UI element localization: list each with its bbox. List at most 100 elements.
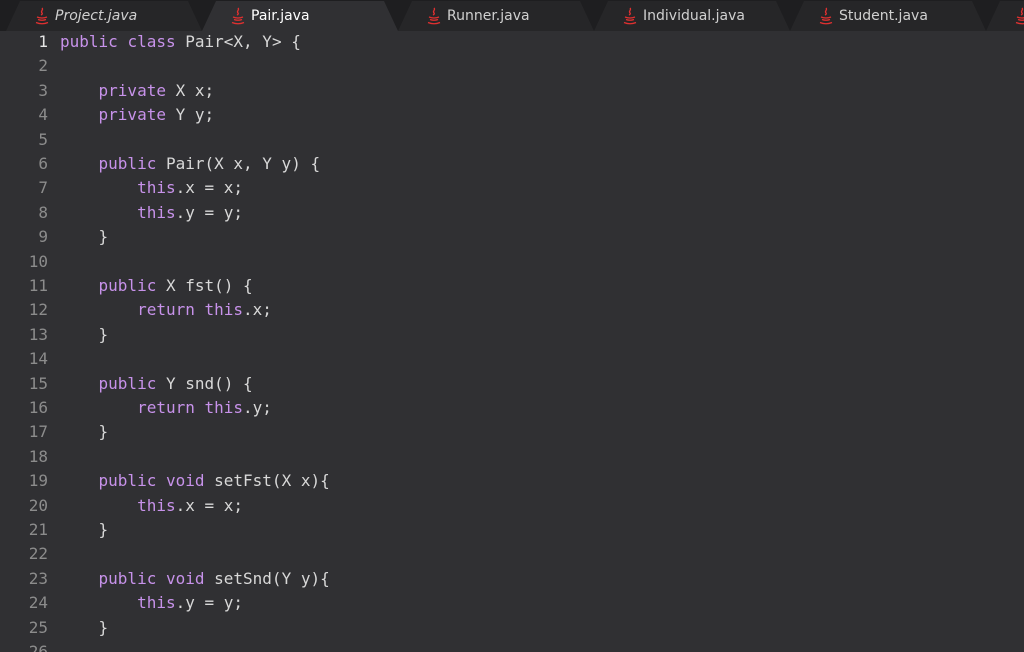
line-number: 2: [38, 56, 48, 76]
keyword-token: return: [137, 300, 195, 320]
code-text: this.y = y;: [60, 201, 243, 225]
line-number: 25: [28, 617, 48, 637]
code-text: }: [60, 518, 109, 542]
java-file-icon: [819, 7, 833, 25]
tab-student-java[interactable]: Student.java: [790, 1, 986, 31]
keyword-token: this: [204, 398, 244, 417]
line-number: 12: [28, 300, 48, 320]
java-file-icon: [623, 7, 637, 25]
tab-partial[interactable]: [986, 1, 1024, 31]
keyword-token: public: [98, 568, 157, 588]
keyword-token: public: [98, 471, 157, 491]
line-number: 20: [28, 495, 48, 515]
code-token: Y snd() {: [156, 373, 253, 393]
keyword-token: void: [165, 471, 205, 491]
code-text: public class Pair<X, Y> {: [60, 31, 301, 54]
keyword-token: this: [137, 202, 176, 222]
code-token: Pair(X x, Y y) {: [156, 154, 321, 173]
code-text: public Pair(X x, Y y) {: [60, 152, 321, 176]
java-file-icon: [231, 7, 245, 25]
tab-pair-java[interactable]: Pair.java: [202, 1, 398, 31]
keyword-token: this: [204, 300, 244, 320]
code-text: public X fst() {: [60, 274, 253, 298]
tab-label: Project.java: [55, 8, 138, 24]
keyword-token: private: [98, 105, 166, 125]
line-number: 24: [28, 593, 48, 613]
code-text: }: [60, 225, 109, 249]
java-file-icon: [35, 7, 49, 25]
keyword-token: public: [98, 154, 157, 173]
line-number: 15: [28, 373, 48, 393]
code-text: this.y = y;: [60, 591, 243, 615]
java-file-icon: [1015, 7, 1024, 25]
tab-label: Student.java: [839, 8, 928, 24]
line-number: 14: [28, 349, 48, 369]
code-token: }: [60, 422, 109, 442]
tab-runner-java[interactable]: Runner.java: [398, 1, 594, 31]
line-number: 16: [28, 398, 48, 417]
code-text: public void setFst(X x){: [60, 469, 330, 493]
code-token: .x = x;: [175, 178, 244, 198]
code-token: }: [60, 227, 109, 247]
code-token: }: [60, 617, 109, 637]
code-text: }: [60, 323, 109, 347]
code-text: }: [60, 616, 109, 640]
keyword-token: public: [60, 32, 118, 51]
keyword-token: private: [98, 80, 166, 100]
code-text: return this.x;: [60, 298, 272, 322]
keyword-token: public: [98, 373, 157, 393]
line-number: 19: [28, 471, 48, 491]
line-number: 6: [38, 154, 48, 173]
line-number: 1: [38, 32, 48, 51]
code-text: public Y snd() {: [60, 372, 253, 396]
line-number: 21: [28, 520, 48, 539]
code-token: setSnd(Y y){: [204, 568, 330, 588]
code-text: return this.y;: [60, 396, 272, 420]
code-token: .x;: [243, 300, 272, 320]
keyword-token: this: [137, 178, 176, 198]
keyword-token: this: [137, 495, 176, 515]
tab-label: Runner.java: [447, 8, 530, 24]
tab-project-java[interactable]: Project.java: [6, 1, 202, 31]
keyword-token: public: [98, 276, 157, 295]
code-token: Pair<X, Y> {: [175, 32, 301, 51]
line-number: 13: [28, 324, 48, 344]
line-number: 23: [28, 568, 48, 588]
line-number: 17: [28, 422, 48, 442]
code-token: setFst(X x){: [204, 471, 330, 491]
code-token: X x;: [165, 80, 215, 100]
code-token: .y = y;: [175, 202, 244, 222]
line-number: 9: [38, 227, 48, 247]
code-editor[interactable]: 1 public class Pair<X, Y> { 2 3 private X x…: [0, 31, 1024, 652]
code-text: private X x;: [60, 79, 215, 103]
code-text: private Y y;: [60, 103, 215, 127]
code-text: this.x = x;: [60, 176, 243, 200]
line-number: 26: [28, 642, 48, 652]
keyword-token: this: [137, 593, 176, 613]
line-number: 10: [28, 251, 48, 271]
tab-label: Pair.java: [251, 8, 310, 24]
line-number: 4: [38, 105, 48, 125]
line-number: 8: [38, 202, 48, 222]
code-text: this.x = x;: [60, 494, 243, 518]
line-number: 18: [28, 446, 48, 466]
line-number: 11: [28, 276, 48, 295]
code-token: .y;: [243, 398, 272, 417]
code-text: public void setSnd(Y y){: [60, 567, 330, 591]
code-token: }: [60, 520, 109, 539]
line-number: 7: [38, 178, 48, 198]
tab-individual-java[interactable]: Individual.java: [594, 1, 790, 31]
